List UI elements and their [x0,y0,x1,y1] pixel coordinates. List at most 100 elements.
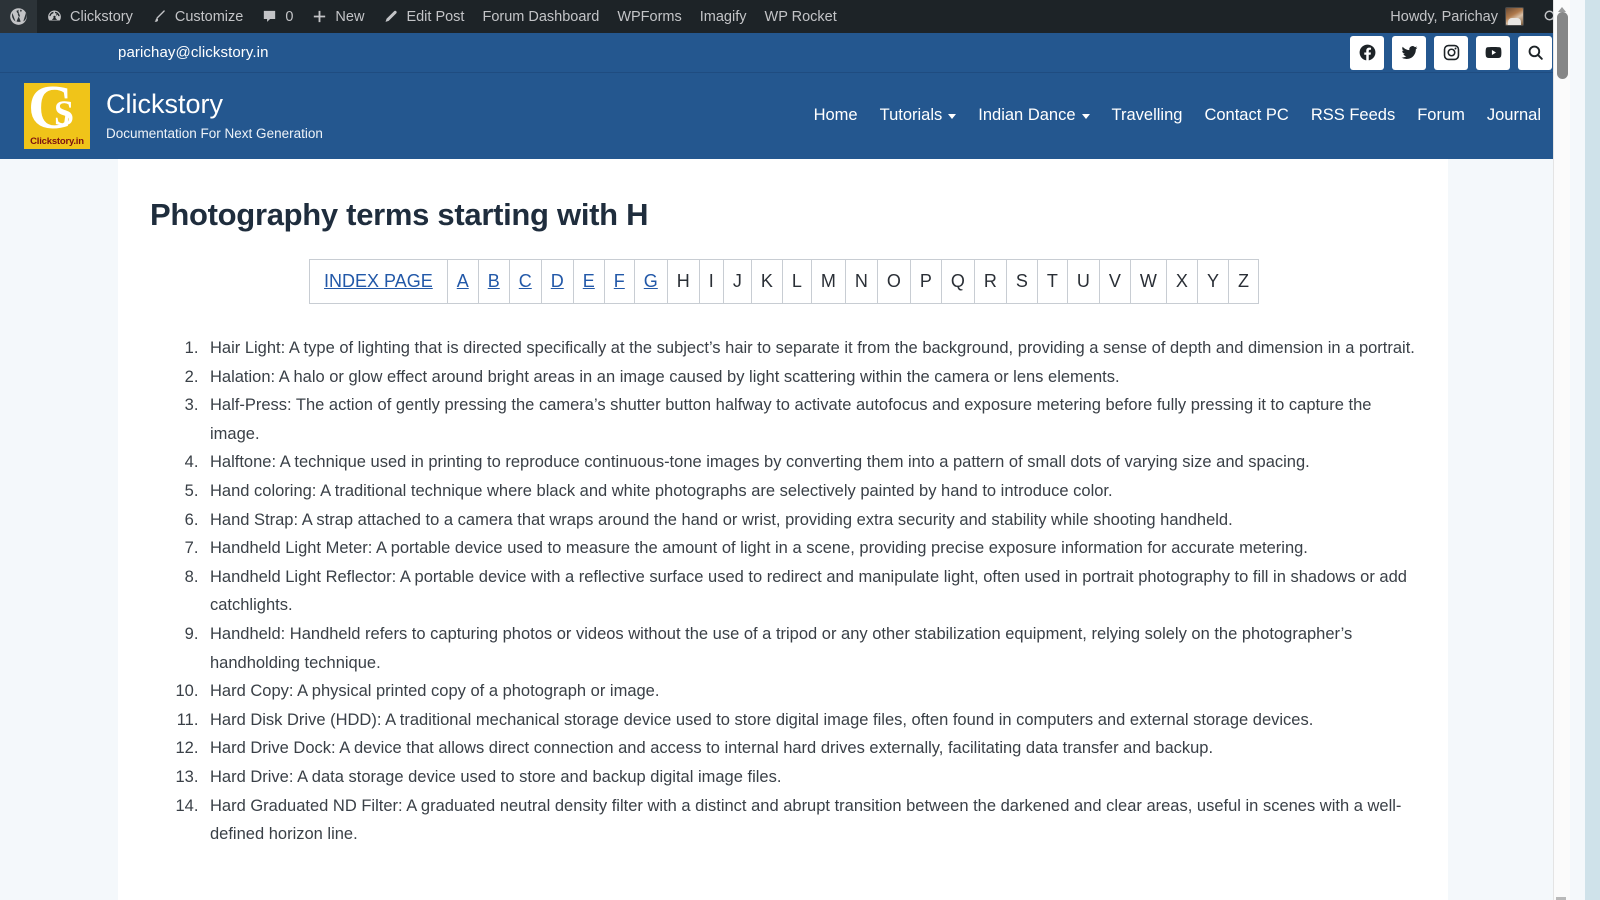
adminbar-wpforms[interactable]: WPForms [608,0,690,33]
header-search-button[interactable] [1518,35,1552,70]
youtube-icon [1484,43,1503,62]
plus-icon [311,8,328,25]
list-item: Hand coloring: A traditional technique w… [203,477,1418,506]
page-title: Photography terms starting with H [150,197,649,232]
site-logo[interactable]: C S Clickstory.in [24,83,90,149]
alpha-cell-y: Y [1196,259,1229,304]
list-item: Hand Strap: A strap attached to a camera… [203,506,1418,535]
alpha-cell-label: A [456,271,469,291]
adminbar-new[interactable]: New [302,0,373,33]
list-item: Hard Copy: A physical printed copy of a … [203,677,1418,706]
social-links [1350,35,1552,70]
adminbar-howdy-user[interactable]: Howdy, Parichay [1381,0,1533,33]
nav-item-journal[interactable]: Journal [1476,100,1552,131]
site-header: parichay@clickstory.in C S Clickstory.in… [0,33,1568,159]
list-item: Handheld Light Meter: A portable device … [203,534,1418,563]
alpha-cell-label: U [1076,271,1090,291]
alpha-cell-n: N [844,259,878,304]
adminbar-site-name[interactable]: Clickstory [37,0,142,33]
alpha-cell-j: J [722,259,752,304]
adminbar-right-group: Howdy, Parichay [1381,0,1568,33]
list-item: Hard Disk Drive (HDD): A traditional mec… [203,706,1418,735]
primary-navigation: Home Tutorials Indian Dance Travelling C… [803,100,1552,133]
adminbar-wpforms-label: WPForms [617,8,682,25]
adminbar-edit-post[interactable]: Edit Post [373,0,473,33]
instagram-link[interactable] [1434,35,1468,70]
adminbar-wp-rocket-label: WP Rocket [764,8,837,25]
youtube-link[interactable] [1476,35,1510,70]
alpha-cell-r: R [973,259,1007,304]
alpha-cell-label: X [1175,271,1188,291]
alpha-cell-m: M [810,259,846,304]
logo-wordmark: Clickstory.in [30,136,84,147]
adminbar-howdy-label: Howdy, Parichay [1390,8,1498,25]
alpha-cell-q: Q [940,259,975,304]
alphabet-index-table: INDEX PAGE ABCDEFGHIJKLMNOPQRSTUVWXYZ [309,259,1259,304]
nav-item-forum[interactable]: Forum [1406,100,1476,131]
alpha-cell-b[interactable]: B [477,259,510,304]
alpha-cell-label: K [760,271,773,291]
adminbar-forum-dashboard[interactable]: Forum Dashboard [473,0,608,33]
nav-item-contact-pc[interactable]: Contact PC [1193,100,1299,131]
alpha-cell-e[interactable]: E [572,259,605,304]
alpha-cell-label: C [518,271,532,291]
adminbar-imagify[interactable]: Imagify [691,0,756,33]
alpha-cell-k: K [750,259,783,304]
alpha-cell-label: Z [1237,271,1249,291]
pencil-icon [382,8,399,25]
index-page-link[interactable]: INDEX PAGE [309,259,448,304]
alpha-cell-label: E [582,271,595,291]
nav-item-tutorials[interactable]: Tutorials [869,100,968,131]
alpha-cell-c[interactable]: C [508,259,542,304]
site-tagline: Documentation For Next Generation [106,126,323,142]
alpha-cell-a[interactable]: A [446,259,479,304]
paintbrush-icon [151,8,168,25]
alpha-cell-label: P [919,271,932,291]
header-topbar: parichay@clickstory.in [0,33,1568,73]
adminbar-wp-rocket[interactable]: WP Rocket [756,0,846,33]
alpha-cell-f[interactable]: F [603,259,635,304]
nav-item-label: Forum [1417,105,1465,124]
list-item: Hard Drive Dock: A device that allows di… [203,734,1418,763]
nav-item-travelling[interactable]: Travelling [1101,100,1194,131]
nav-item-indian-dance[interactable]: Indian Dance [967,100,1100,131]
alpha-cell-d[interactable]: D [540,259,574,304]
alpha-cell-label: D [550,271,564,291]
contact-email[interactable]: parichay@clickstory.in [118,44,269,61]
nav-item-rss-feeds[interactable]: RSS Feeds [1300,100,1406,131]
alpha-cell-o: O [876,259,911,304]
alpha-cell-label: V [1108,271,1121,291]
vertical-scrollbar[interactable] [1553,0,1570,900]
masthead: C S Clickstory.in Clickstory Documentati… [0,73,1568,159]
alpha-cell-label: B [487,271,500,291]
list-item: Half-Press: The action of gently pressin… [203,391,1418,448]
twitter-icon [1400,43,1419,62]
twitter-link[interactable] [1392,35,1426,70]
nav-item-home[interactable]: Home [803,100,869,131]
alpha-cell-label: J [732,271,742,291]
alpha-cell-g[interactable]: G [633,259,668,304]
facebook-link[interactable] [1350,35,1384,70]
search-icon [1526,43,1545,62]
dashboard-icon [46,8,63,25]
adminbar-customize-label: Customize [174,8,244,25]
adminbar-comments[interactable]: 0 [252,0,302,33]
nav-item-label: Journal [1486,105,1541,124]
alpha-cell-label: S [1015,271,1028,291]
alpha-cell-label: G [643,271,658,291]
alpha-cell-s: S [1005,259,1038,304]
alpha-cell-label: M [820,271,836,291]
alpha-cell-z: Z [1227,259,1259,304]
alpha-cell-label: Y [1206,271,1219,291]
alpha-cell-label: I [708,271,714,291]
adminbar-site-name-label: Clickstory [70,8,133,25]
list-item: Hard Graduated ND Filter: A graduated ne… [203,792,1418,849]
site-title[interactable]: Clickstory [106,91,323,118]
adminbar-wordpress-logo[interactable] [0,0,37,33]
alpha-cell-w: W [1129,259,1167,304]
adminbar-customize[interactable]: Customize [142,0,253,33]
chevron-down-icon [1081,113,1090,119]
adminbar-comments-count: 0 [285,8,294,25]
scrollbar-thumb[interactable] [1557,12,1568,79]
nav-item-label: Travelling [1111,105,1183,124]
